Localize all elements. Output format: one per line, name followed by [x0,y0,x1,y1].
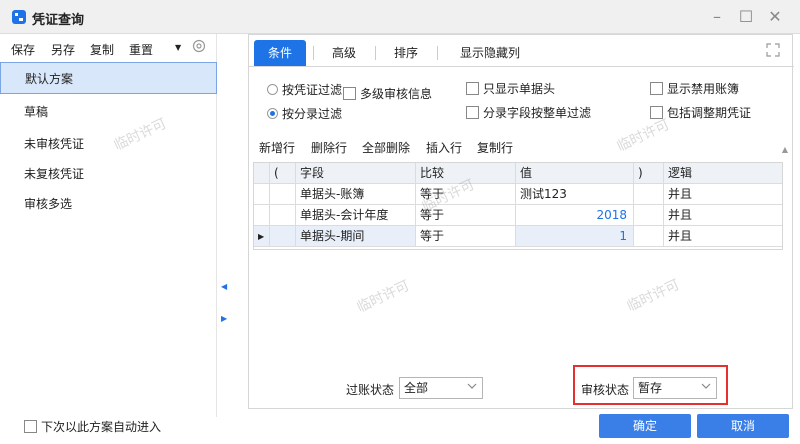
table-cell[interactable] [270,184,296,205]
save-button[interactable]: 保存 [11,41,35,58]
column-header: ( [270,163,296,184]
gear-icon[interactable] [191,38,207,54]
posting-status-label: 过账状态 [346,383,395,397]
table-cell[interactable]: 2018 [516,205,634,226]
audit-status-value: 暂存 [638,381,663,395]
cancel-button[interactable]: 取消 [697,414,789,438]
auto-enter-label: 下次以此方案自动进入 [41,420,162,434]
audit-status-select[interactable]: 暂存 [633,377,717,399]
table-cell[interactable]: 测试123 [516,184,634,205]
column-header: 值 [516,163,634,184]
row-indicator[interactable] [254,205,270,226]
table-cell[interactable]: 单据头-会计年度 [296,205,416,226]
filter-by-entry-radio[interactable]: 按分录过滤 [267,105,342,122]
scheme-item-default[interactable]: 默认方案 [0,62,217,94]
delete-row-button[interactable]: 删除行 [311,139,347,156]
ok-button[interactable]: 确定 [599,414,691,438]
table-cell[interactable] [634,184,664,205]
fullscreen-icon[interactable] [766,43,780,57]
scheme-panel: 保存 另存 复制 重置 ▼ 默认方案 草稿 未审核凭证 未复核凭证 审核多选 [0,34,217,417]
auto-enter-checkbox[interactable]: 下次以此方案自动进入 [24,418,161,435]
entry-field-filter-checkbox[interactable]: 分录字段按整单过滤 [466,104,591,121]
collapse-left-icon[interactable]: ◀ [221,282,227,291]
checkbox-icon [466,82,479,95]
tab-sort[interactable]: 排序 [381,40,431,66]
reset-button[interactable]: 重置 [129,41,153,58]
multi-audit-checkbox[interactable]: 多级审核信息 [343,85,432,102]
maximize-icon[interactable]: ☐ [735,7,757,27]
condition-panel: 条件 高级 排序 显示隐藏列 按凭证过滤 多级审核信息 按分录过滤 只显示单据头… [248,34,794,409]
expand-right-icon[interactable]: ▶ [221,314,227,323]
show-disabled-books-checkbox[interactable]: 显示禁用账簿 [650,80,739,97]
table-cell[interactable]: 并且 [664,226,782,247]
audit-status-label: 审核状态 [581,383,630,397]
tab-bar: 条件 高级 排序 显示隐藏列 [249,35,794,67]
tab-separator [375,46,376,60]
filter-by-entry-label: 按分录过滤 [282,107,343,121]
condition-grid: ( 字段 比较 值 ) 逻辑 单据头-账簿 等于 测试123 并且 单据头-会计… [253,162,783,250]
checkbox-icon [343,87,356,100]
column-header: ) [634,163,664,184]
row-indicator[interactable] [254,184,270,205]
show-disabled-books-label: 显示禁用账簿 [667,82,740,96]
save-as-button[interactable]: 另存 [51,41,75,58]
scheme-item-unreviewed[interactable]: 未复核凭证 [0,158,217,190]
table-cell[interactable] [270,205,296,226]
table-cell[interactable]: 单据头-账簿 [296,184,416,205]
close-icon[interactable]: ✕ [764,7,786,27]
table-cell[interactable]: 并且 [664,184,782,205]
radio-selected-icon [267,108,278,119]
radio-icon [267,84,278,95]
multi-audit-label: 多级审核信息 [360,87,433,101]
only-header-checkbox[interactable]: 只显示单据头 [466,80,555,97]
tab-conditions[interactable]: 条件 [254,40,306,66]
app-icon [12,10,26,24]
insert-row-button[interactable]: 插入行 [426,139,462,156]
table-cell[interactable] [634,205,664,226]
filter-by-voucher-label: 按凭证过滤 [282,83,343,97]
column-header: 字段 [296,163,416,184]
tab-advanced[interactable]: 高级 [319,40,369,66]
row-indicator-header [254,163,270,184]
current-row-indicator-icon[interactable]: ▶ [254,226,270,247]
entry-field-filter-label: 分录字段按整单过滤 [483,106,592,120]
table-cell[interactable] [634,226,664,247]
minimize-icon[interactable]: – [706,7,728,27]
only-header-label: 只显示单据头 [483,82,556,96]
scheme-item-draft[interactable]: 草稿 [0,96,217,128]
window-title: 凭证查询 [32,13,85,28]
table-cell[interactable]: 并且 [664,205,782,226]
copy-button[interactable]: 复制 [90,41,114,58]
scroll-up-icon[interactable]: ▲ [782,145,788,154]
tab-separator [313,46,314,60]
scheme-toolbar: 保存 另存 复制 重置 ▼ [0,34,217,62]
checkbox-icon [466,106,479,119]
checkbox-icon [24,420,37,433]
posting-status-value: 全部 [404,381,429,395]
scheme-item-unaudited[interactable]: 未审核凭证 [0,128,217,160]
chevron-down-icon [467,383,477,389]
filter-by-voucher-radio[interactable]: 按凭证过滤 [267,81,342,98]
title-bar: 凭证查询 – ☐ ✕ [0,0,800,34]
tab-separator [437,46,438,60]
table-cell[interactable] [270,226,296,247]
scheme-item-multi-audit[interactable]: 审核多选 [0,188,217,220]
posting-status-select[interactable]: 全部 [399,377,483,399]
chevron-down-icon [701,383,711,389]
copy-row-button[interactable]: 复制行 [477,139,513,156]
column-header: 逻辑 [664,163,782,184]
more-dropdown-icon[interactable]: ▼ [175,43,181,52]
table-cell[interactable]: 1 [516,226,634,247]
tab-show-hide-columns[interactable]: 显示隐藏列 [445,40,535,66]
table-cell[interactable]: 单据头-期间 [296,226,416,247]
checkbox-icon [650,82,663,95]
include-adjust-label: 包括调整期凭证 [667,106,752,120]
delete-all-button[interactable]: 全部删除 [362,139,410,156]
table-cell[interactable]: 等于 [416,226,516,247]
add-row-button[interactable]: 新增行 [259,139,295,156]
